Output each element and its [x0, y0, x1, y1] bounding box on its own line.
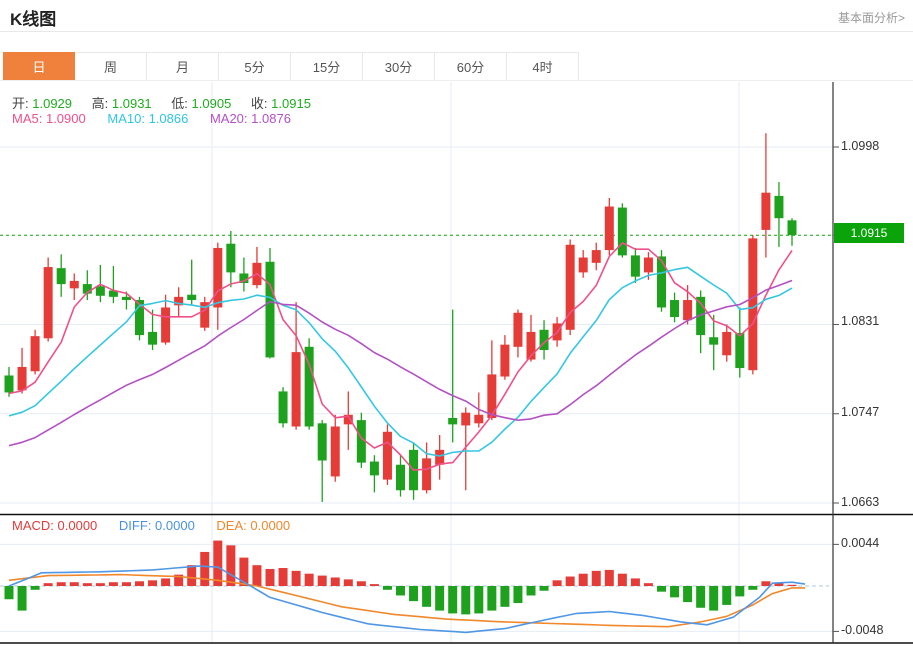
macd-value: MACD: 0.0000 [12, 518, 98, 533]
dea-value: DEA: 0.0000 [216, 518, 291, 533]
macd-axis-label: -0.0048 [841, 623, 884, 637]
open-value: 1.0929 [32, 96, 73, 111]
ma10-legend: MA10: 1.0866 [107, 111, 189, 126]
close-label: 收: [250, 96, 268, 111]
y-axis-label: 1.0998 [841, 139, 880, 153]
ma-legend: MA5: 1.0900 MA10: 1.0866 MA20: 1.0876 [12, 111, 291, 126]
ma5-legend: MA5: 1.0900 [12, 111, 86, 126]
ma20-legend: MA20: 1.0876 [209, 111, 291, 126]
y-axis-label: 1.0747 [841, 405, 880, 419]
high-value: 1.0931 [111, 96, 152, 111]
current-price-badge: 1.0915 [834, 223, 904, 243]
y-axis-label: 1.0831 [841, 314, 880, 328]
low-label: 低: [171, 96, 188, 111]
close-value: 1.0915 [271, 96, 311, 111]
macd-legend: MACD: 0.0000 DIFF: 0.0000 DEA: 0.0000 [12, 518, 290, 533]
ohlc-legend: 开: 1.0929 高: 1.0931 低: 1.0905 收: 1.0915 [12, 93, 327, 112]
high-label: 高: [91, 96, 109, 111]
macd-axis-label: 0.0044 [841, 536, 880, 550]
open-label: 开: [12, 96, 29, 111]
y-axis-label: 1.0663 [841, 495, 880, 509]
diff-value: DIFF: 0.0000 [118, 518, 195, 533]
kline-panel: K线图 基本面分析> 日 周 月 5分 15分 30分 60分 4时 开: 1.… [0, 0, 913, 647]
low-value: 1.0905 [191, 96, 232, 111]
